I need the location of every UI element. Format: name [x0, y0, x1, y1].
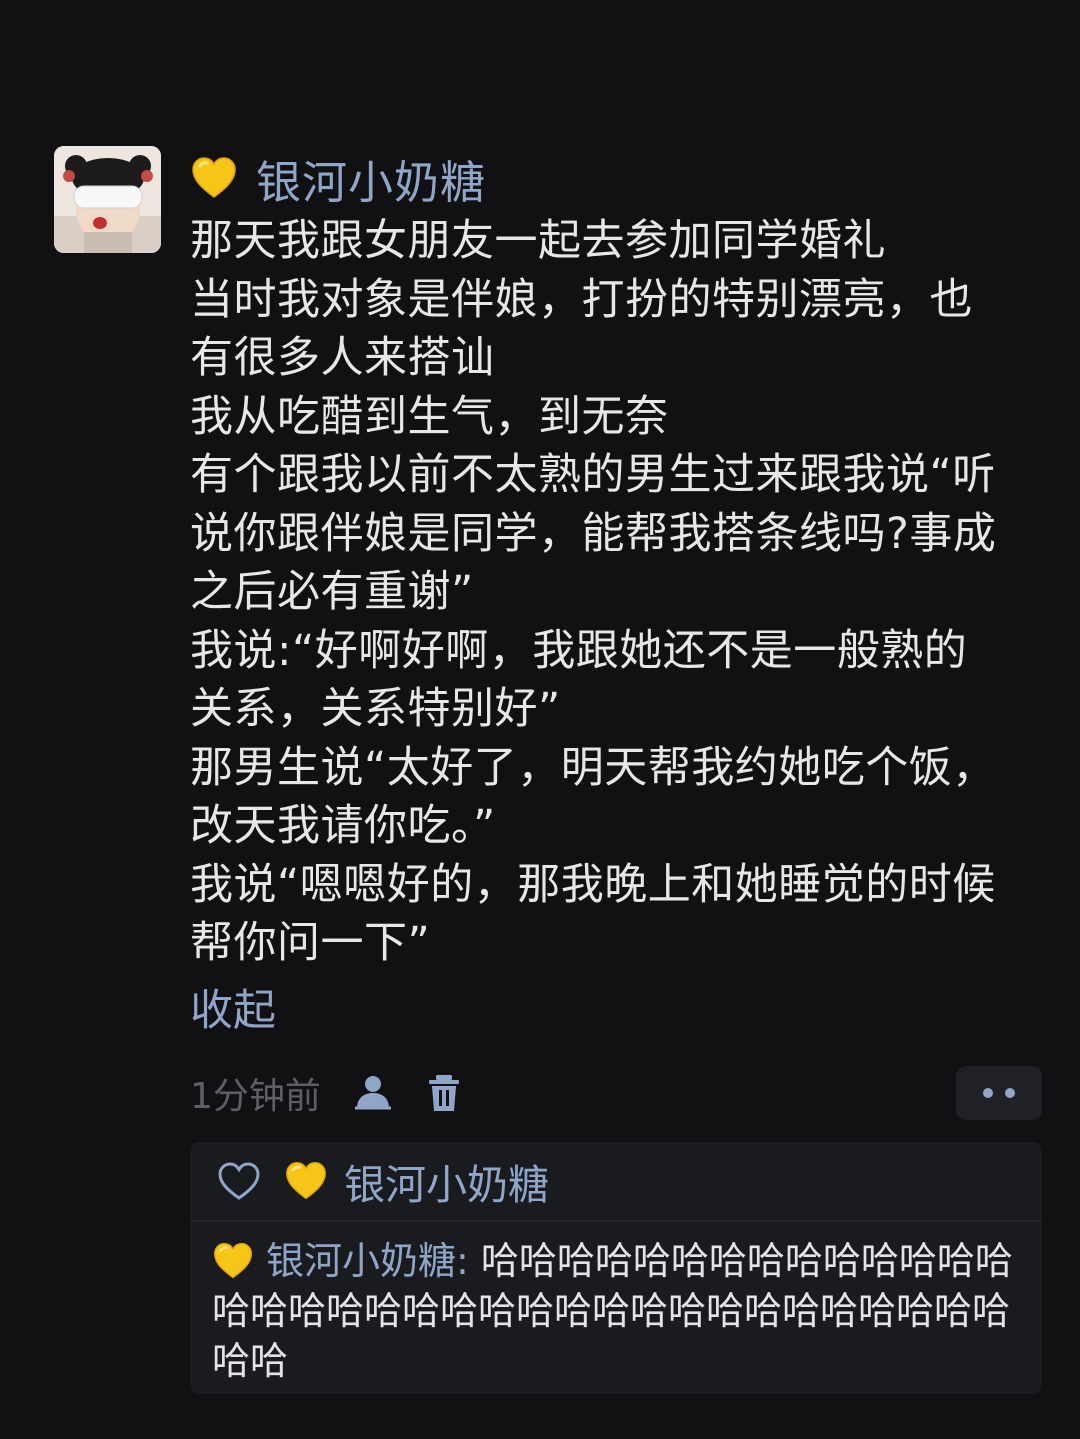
avatar-image [54, 146, 161, 253]
post-line: 那男生说“太好了，明天帮我约她吃个饭， [190, 742, 996, 793]
person-visibility-icon[interactable] [351, 1072, 393, 1114]
post-line: 当时我对象是伴娘，打扮的特别漂亮，也 [190, 274, 973, 325]
post-line: 说你跟伴娘是同学，能帮我搭条线吗?事成 [190, 508, 997, 559]
likes-row: 银河小奶糖 [190, 1142, 1042, 1222]
liker-name[interactable]: 银河小奶糖 [344, 1151, 549, 1211]
heart-outline-icon[interactable] [216, 1160, 262, 1202]
more-dots-icon [983, 1088, 993, 1098]
post-line: 我从吃醋到生气，到无奈 [190, 391, 669, 442]
avatar[interactable] [54, 146, 161, 253]
more-button[interactable] [956, 1066, 1042, 1120]
post-line: 我说:“好啊好啊，我跟她还不是一般熟的 [190, 625, 968, 676]
comment-separator: : [456, 1239, 469, 1283]
collapse-link[interactable]: 收起 [190, 981, 276, 1041]
post-line: 有很多人来搭讪 [190, 333, 495, 383]
post-line: 帮你问一下” [190, 918, 431, 968]
more-dots-icon [1005, 1088, 1015, 1098]
post-line: 我说“嗯嗯好的，那我晚上和她睡觉的时候 [190, 859, 996, 910]
yellow-heart-icon [284, 1159, 328, 1203]
post-header: 银河小奶糖 [190, 146, 1050, 211]
comment-item[interactable]: 银河小奶糖: 哈哈哈哈哈哈哈哈哈哈哈哈哈哈哈哈哈哈哈哈哈哈哈哈哈哈哈哈哈哈哈哈哈… [190, 1222, 1042, 1386]
trash-icon[interactable] [423, 1072, 465, 1114]
post-timestamp: 1分钟前 [190, 1076, 321, 1117]
post-line: 之后必有重谢” [190, 567, 474, 617]
post-meta-row: 1分钟前 [190, 1066, 1042, 1120]
post: 银河小奶糖 那天我跟女朋友一起去参加同学婚礼 当时我对象是伴娘，打扮的特别漂亮，… [190, 148, 1050, 1041]
post-line: 那天我跟女朋友一起去参加同学婚礼 [190, 216, 886, 266]
yellow-heart-icon [212, 1240, 254, 1282]
post-author-name[interactable]: 银河小奶糖 [256, 146, 486, 211]
comment-section: 银河小奶糖 银河小奶糖: 哈哈哈哈哈哈哈哈哈哈哈哈哈哈哈哈哈哈哈哈哈哈哈哈哈哈哈… [190, 1142, 1042, 1394]
post-body: 那天我跟女朋友一起去参加同学婚礼 当时我对象是伴娘，打扮的特别漂亮，也 有很多人… [190, 212, 1050, 973]
post-line: 有个跟我以前不太熟的男生过来跟我说“听 [190, 450, 996, 500]
commenter-name[interactable]: 银河小奶糖 [266, 1239, 456, 1283]
post-line: 改天我请你吃。” [190, 801, 496, 851]
yellow-heart-icon [190, 154, 238, 202]
post-line: 关系，关系特别好” [190, 684, 561, 734]
